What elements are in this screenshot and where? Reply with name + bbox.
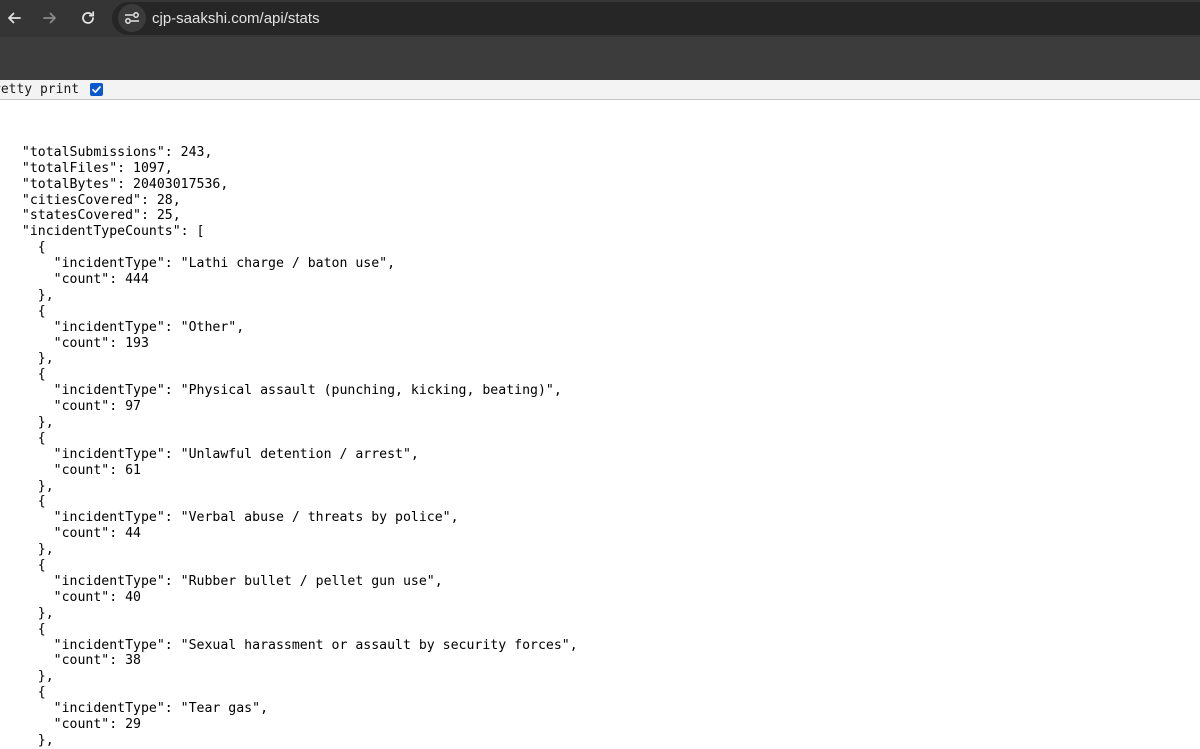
json-line: "incidentType": "Rubber bullet / pellet …	[6, 573, 443, 589]
tune-icon	[125, 12, 139, 24]
json-line: "count": 444	[6, 272, 149, 288]
checkmark-icon	[92, 86, 101, 94]
json-line: "count": 97	[6, 399, 141, 415]
json-line: },	[6, 732, 54, 748]
json-line: "count": 44	[6, 526, 141, 542]
browser-toolbar: cjp-saakshi.com/api/stats	[0, 0, 1200, 37]
pretty-print-checkbox[interactable]	[90, 83, 103, 96]
json-line: {	[6, 240, 46, 256]
browser-chrome: cjp-saakshi.com/api/stats	[0, 0, 1200, 80]
json-line: "incidentType": "Unlawful detention / ar…	[6, 446, 419, 462]
address-bar[interactable]: cjp-saakshi.com/api/stats	[112, 2, 1200, 35]
json-line: "totalBytes": 20403017536,	[6, 176, 229, 192]
json-line: "statesCovered": 25,	[6, 208, 181, 224]
json-line: "incidentTypeCounts": [	[6, 224, 205, 240]
pretty-print-label: retty print	[0, 82, 80, 97]
json-line: {	[6, 685, 46, 701]
json-line: "incidentType": "Tear gas",	[6, 701, 269, 717]
json-line: {	[6, 558, 46, 574]
json-line: "incidentType": "Physical assault (punch…	[6, 383, 562, 399]
json-line	[6, 129, 578, 145]
json-line: "count": 38	[6, 653, 141, 669]
json-line: "incidentType": "Lathi charge / baton us…	[6, 256, 396, 272]
back-button[interactable]	[0, 3, 29, 33]
json-line: "count": 193	[6, 335, 149, 351]
json-line: "totalSubmissions": 243,	[6, 144, 213, 160]
json-line: },	[6, 542, 54, 558]
json-line: },	[6, 605, 54, 621]
json-line: "count": 40	[6, 589, 141, 605]
json-line: },	[6, 415, 54, 431]
json-line: {	[6, 367, 46, 383]
json-line: "citiesCovered": 28,	[6, 192, 181, 208]
json-line: },	[6, 351, 54, 367]
json-line: "totalFiles": 1097,	[6, 160, 173, 176]
arrow-right-icon	[43, 12, 56, 24]
json-line: {	[6, 621, 46, 637]
json-line: },	[6, 478, 54, 494]
json-line: "incidentType": "Other",	[6, 319, 245, 335]
json-line: {	[6, 303, 46, 319]
json-line: {	[6, 494, 46, 510]
reload-icon	[82, 11, 95, 24]
json-line: "count": 29	[6, 716, 141, 732]
reload-button[interactable]	[73, 3, 103, 33]
url-text[interactable]: cjp-saakshi.com/api/stats	[152, 10, 320, 27]
arrow-left-icon	[8, 12, 21, 24]
json-line: "incidentType": "Sexual harassment or as…	[6, 637, 578, 653]
pretty-print-bar: retty print	[0, 80, 1200, 100]
forward-button[interactable]	[35, 3, 65, 33]
json-line: },	[6, 669, 54, 685]
json-line: {	[6, 430, 46, 446]
site-info-button[interactable]	[118, 4, 146, 32]
json-line: },	[6, 287, 54, 303]
json-line: "count": 61	[6, 462, 141, 478]
json-body: "totalSubmissions": 243, "totalFiles": 1…	[6, 129, 578, 749]
json-line: "incidentType": "Verbal abuse / threats …	[6, 510, 459, 526]
